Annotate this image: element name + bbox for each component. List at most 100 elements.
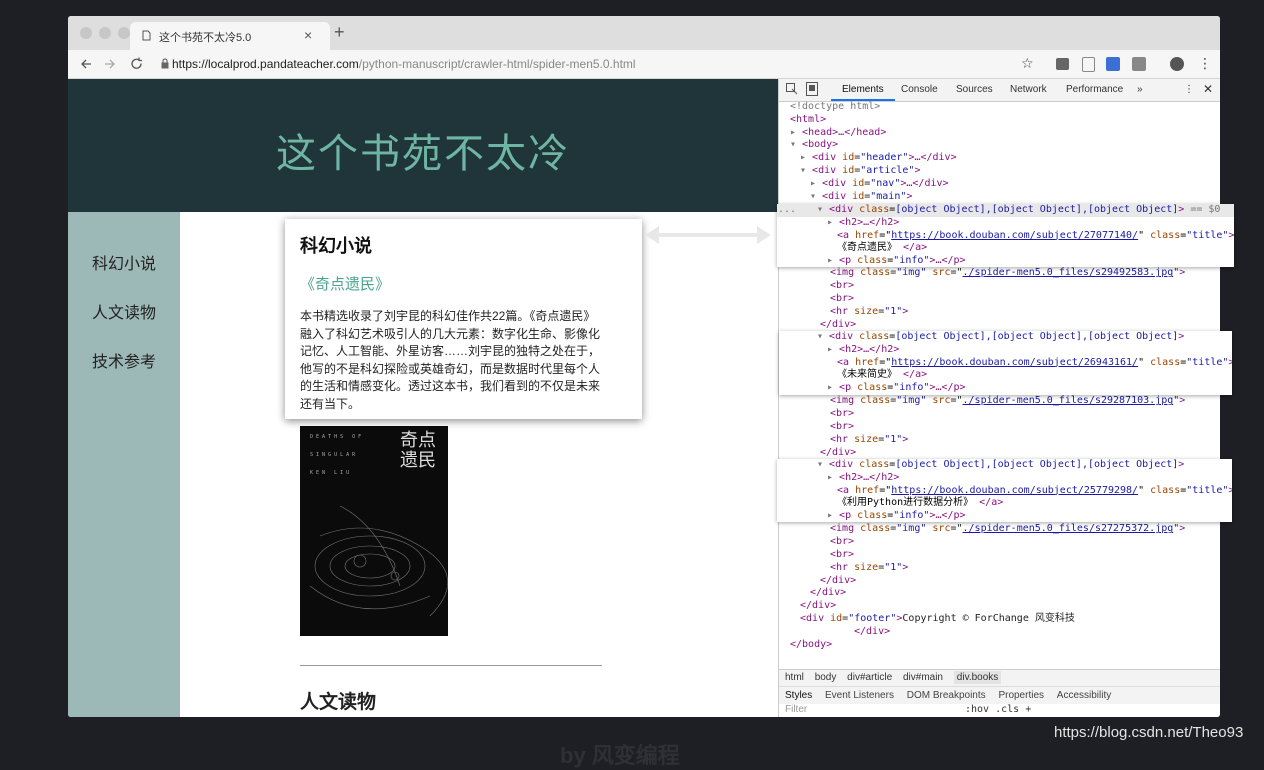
url-field[interactable]: https://localprod.pandateacher.com/pytho… [172,54,992,74]
dom-html[interactable]: <html> [790,114,826,127]
tab-accessibility[interactable]: Accessibility [1057,690,1111,701]
back-arrow-icon[interactable] [80,58,92,70]
extension-icon[interactable] [1132,57,1146,71]
dom-div-header[interactable]: ▸ <div id="header">…</div> [800,152,957,165]
styles-filter-tools[interactable]: :hov .cls + [965,704,1031,715]
dom-div-nav[interactable]: ▸ <div id="nav">…</div> [810,178,949,191]
dom-div-close[interactable]: </div> [820,319,856,332]
dom-div-close[interactable]: </div> [810,587,846,600]
card-section-title: 科幻小说 [300,236,372,256]
pocket-extension-icon[interactable] [1056,58,1069,70]
dom-p-info[interactable]: ▸ <p class="info">…</p> [827,382,966,395]
watermark: https://blog.csdn.net/Theo93 [1054,724,1244,741]
card-book-link[interactable]: 《奇点遗民》 [300,273,390,294]
device-toggle-icon[interactable] [806,82,818,96]
breadcrumb-body[interactable]: body [815,672,837,683]
book-card: 科幻小说 《奇点遗民》 本书精选收录了刘宇昆的科幻佳作共22篇。《奇点遗民》融入… [285,219,642,419]
dom-br[interactable]: <br> [830,536,854,549]
breadcrumb-main[interactable]: div#main [903,672,943,683]
breadcrumb-article[interactable]: div#article [847,672,892,683]
dom-snippet-books-2: ▾ <div class=[object Object],[object Obj… [779,331,1232,395]
dom-div-footer[interactable]: <div id="footer">Copyright © ForChange 风… [800,613,1075,626]
breadcrumb-html[interactable]: html [785,672,804,683]
dom-div-close[interactable]: </div> [854,626,890,639]
tab-network[interactable]: Network [1010,84,1047,95]
svg-text:S I N G U L A R: S I N G U L A R [310,452,356,458]
more-tabs-icon[interactable]: » [1137,84,1143,95]
tab-sources[interactable]: Sources [956,84,993,95]
dom-head[interactable]: ▸ <head>…</head> [790,127,886,140]
dom-div-article[interactable]: ▾ <div id="article"> [800,165,920,178]
dom-a-text-1: 《奇点遗民》 </a> [837,242,928,254]
dom-a-title-1[interactable]: <a href="https://book.douban.com/subject… [837,230,1234,243]
card-description: 本书精选收录了刘宇昆的科幻佳作共22篇。《奇点遗民》融入了科幻艺术吸引人的几大元… [300,309,601,411]
dom-br[interactable]: <br> [830,408,854,421]
dom-hr[interactable]: <hr size="1"> [830,306,908,319]
close-window-button[interactable] [80,27,92,39]
dom-div-close[interactable]: </div> [800,600,836,613]
tab-styles[interactable]: Styles [785,690,812,701]
dom-h2[interactable]: ▸ <h2>…</h2> [827,472,899,485]
styles-filter-input[interactable]: Filter [785,704,807,715]
dom-body[interactable]: ▾ <body> [790,139,838,152]
maximize-window-button[interactable] [118,27,130,39]
dom-h2[interactable]: ▸ <h2>…</h2> [827,217,899,230]
dom-img-3[interactable]: <img class="img" src="./spider-men5.0_fi… [830,523,1185,536]
dom-div-books-selected[interactable]: ▾ <div class=[object Object],[object Obj… [817,204,1220,217]
close-tab-icon[interactable]: × [304,27,312,43]
devtools-toolbar: Elements Console Sources Network Perform… [779,79,1220,102]
section-heading-humanities: 人文读物 [300,692,377,713]
shield-extension-icon[interactable] [1082,57,1095,72]
address-bar: https://localprod.pandateacher.com/pytho… [68,50,1220,79]
tab-dom-breakpoints[interactable]: DOM Breakpoints [907,690,986,701]
dom-p-info[interactable]: ▸ <p class="info">…</p> [827,255,966,267]
section-divider [300,665,602,666]
browser-tab[interactable]: 这个书苑不太冷5.0 × [130,22,330,50]
forward-arrow-icon[interactable] [104,58,116,70]
url-path: /python-manuscript/crawler-html/spider-m… [358,57,636,71]
dom-snippet-books-1: ... ▾ <div class=[object Object],[object… [777,204,1234,267]
inspect-element-icon[interactable] [786,83,798,95]
url-host: https://localprod.pandateacher.com [172,57,359,71]
tab-bar: 这个书苑不太冷5.0 × + [68,16,1220,50]
tab-performance[interactable]: Performance [1066,84,1123,95]
dom-a-title-2[interactable]: <a href="https://book.douban.com/subject… [837,357,1232,370]
book-cover-image: D E A T H S O F S I N G U L A R K E N L … [300,426,448,636]
tab-elements[interactable]: Elements [842,84,884,95]
tab-properties[interactable]: Properties [998,690,1044,701]
dom-div-close[interactable]: </div> [820,575,856,588]
dom-br[interactable]: <br> [830,293,854,306]
dom-p-info[interactable]: ▸ <p class="info">…</p> [827,510,966,522]
sidebar-item-humanities[interactable]: 人文读物 [92,299,156,323]
devtools-menu-icon[interactable]: ⋮ [1184,84,1194,95]
minimize-window-button[interactable] [99,27,111,39]
tab-event-listeners[interactable]: Event Listeners [825,690,894,701]
site-title: 这个书苑不太冷 [276,131,570,177]
dom-img-1[interactable]: <img class="img" src="./spider-men5.0_fi… [830,267,1185,280]
dom-div-books[interactable]: ▾ <div class=[object Object],[object Obj… [817,459,1184,472]
profile-avatar[interactable] [1170,57,1184,71]
new-tab-button[interactable]: + [334,22,345,43]
tab-console[interactable]: Console [901,84,938,95]
browser-menu-icon[interactable]: ⋮ [1198,55,1212,72]
dom-br[interactable]: <br> [830,280,854,293]
breadcrumb-books[interactable]: div.books [953,671,1002,684]
translate-extension-icon[interactable] [1106,57,1120,71]
dom-div-books[interactable]: ▾ <div class=[object Object],[object Obj… [817,331,1184,344]
sidebar-item-tech[interactable]: 技术参考 [92,348,156,372]
dom-a-title-3[interactable]: <a href="https://book.douban.com/subject… [837,485,1232,498]
close-devtools-icon[interactable]: ✕ [1203,82,1213,96]
dom-div-close[interactable]: </div> [820,447,856,460]
dom-body-close[interactable]: </body> [790,639,832,652]
dom-br[interactable]: <br> [830,421,854,434]
styles-filter-row: Filter :hov .cls + [779,704,1220,717]
dom-hr[interactable]: <hr size="1"> [830,562,908,575]
dom-img-2[interactable]: <img class="img" src="./spider-men5.0_fi… [830,395,1185,408]
sidebar-item-scifi[interactable]: 科幻小说 [92,250,156,274]
dom-hr[interactable]: <hr size="1"> [830,434,908,447]
reload-icon[interactable] [130,57,143,70]
dom-div-main[interactable]: ▾ <div id="main"> [810,191,912,204]
bookmark-star-icon[interactable]: ☆ [1021,55,1034,72]
dom-br[interactable]: <br> [830,549,854,562]
dom-h2[interactable]: ▸ <h2>…</h2> [827,344,899,357]
